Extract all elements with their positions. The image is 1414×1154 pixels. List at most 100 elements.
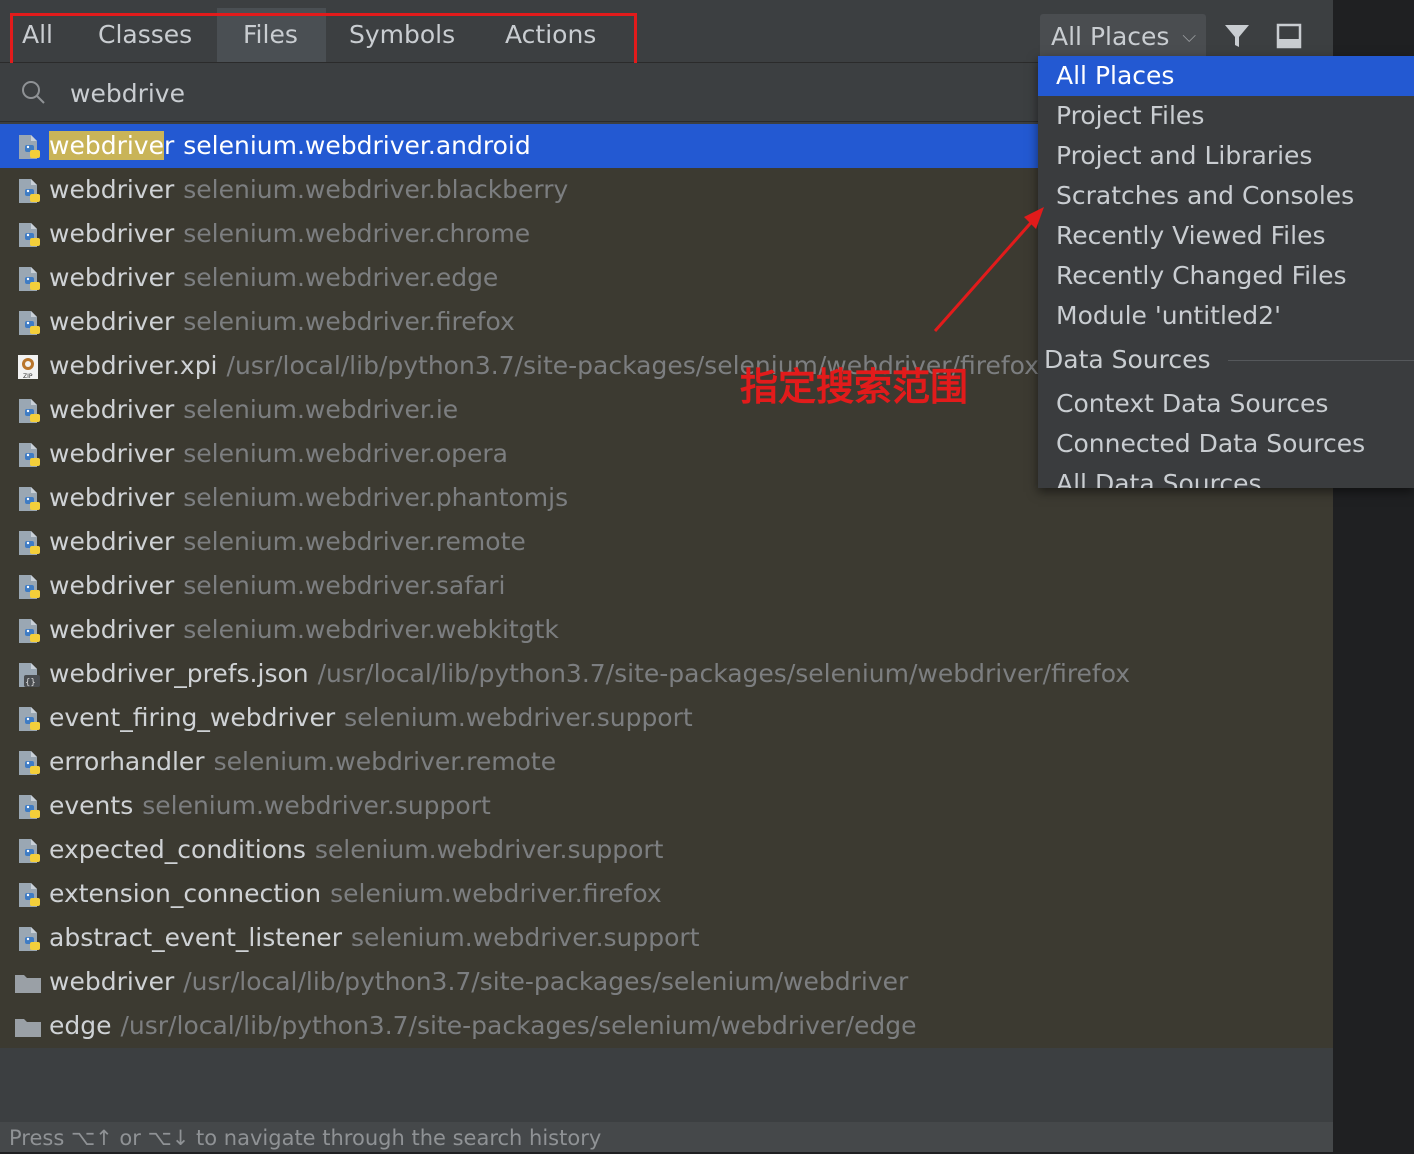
tab-symbols[interactable]: Symbols [331,8,473,62]
scope-label: All Places [1051,22,1170,51]
result-row[interactable]: expected_conditions selenium.webdriver.su… [0,828,1333,872]
result-name: webdriver [49,219,175,248]
tab-bar: All Classes Files Symbols Actions All Pl… [0,4,1333,66]
scope-section-header: Data Sources [1038,336,1414,384]
result-location: selenium.webdriver.edge [183,263,499,292]
result-name: errorhandler [49,747,205,776]
result-text: webdriver/usr/local/lib/python3.7/site-p… [49,960,908,1004]
search-input[interactable] [68,71,972,115]
result-location: selenium.webdriver.support [142,791,491,820]
result-text: webdriver selenium.webdriver.opera [49,432,508,476]
result-text: webdriver selenium.webdriver.edge [49,256,498,300]
result-text: event_firing_webdriver selenium.webdriver… [49,696,693,740]
result-text: abstract_event_listener selenium.webdrive… [49,916,700,960]
scope-option[interactable]: Project Files [1038,96,1414,136]
scope-dropdown-button[interactable]: All Places ⌵ [1040,14,1206,60]
preview-icon[interactable] [1276,23,1302,49]
result-text: webdriver selenium.webdriver.remote [49,520,526,564]
result-name: webdriver_prefs.json [49,659,309,688]
scope-option[interactable]: Module 'untitled2' [1038,296,1414,336]
result-location: selenium.webdriver.phantomjs [183,483,569,512]
result-location: selenium.webdriver.webkitgtk [183,615,559,644]
result-text: webdriver selenium.webdriver.chrome [49,212,530,256]
result-text: extension_connection selenium.webdriver.f… [49,872,662,916]
separator-line [1228,360,1414,361]
result-name: webdriver [49,175,175,204]
result-name: webdriver [49,439,175,468]
python-package-icon [19,487,40,511]
python-package-icon [19,707,40,731]
python-package-icon [19,839,40,863]
python-package-icon [19,751,40,775]
python-package-icon [19,531,40,555]
folder-icon [15,975,41,993]
result-location: selenium.webdriver.opera [183,439,508,468]
tab-actions[interactable]: Actions [487,8,614,62]
result-row[interactable]: webdriver selenium.webdriver.remote [0,520,1333,564]
result-row[interactable]: events selenium.webdriver.support [0,784,1333,828]
result-location: selenium.webdriver.support [344,703,693,732]
result-location: /usr/local/lib/python3.7/site-packages/s… [317,659,1131,688]
python-package-icon [19,223,40,247]
result-text: expected_conditions selenium.webdriver.su… [49,828,663,872]
result-row[interactable]: extension_connection selenium.webdriver.f… [0,872,1333,916]
result-row[interactable]: webdriver selenium.webdriver.safari [0,564,1333,608]
result-location: selenium.webdriver.ie [183,395,459,424]
section-label: Data Sources [1044,345,1225,374]
scope-option[interactable]: All Data Sources [1038,464,1414,488]
result-row[interactable]: event_firing_webdriver selenium.webdriver… [0,696,1333,740]
chevron-down-icon: ⌵ [1182,26,1196,47]
scope-option[interactable]: Scratches and Consoles [1038,176,1414,216]
result-text: webdriver_prefs.json/usr/local/lib/pytho… [49,652,1130,696]
result-text: events selenium.webdriver.support [49,784,491,828]
scope-option[interactable]: Recently Changed Files [1038,256,1414,296]
result-location: selenium.webdriver.firefox [330,879,662,908]
python-package-icon [19,795,40,819]
result-location: selenium.webdriver.remote [213,747,557,776]
result-row[interactable]: abstract_event_listener selenium.webdrive… [0,916,1333,960]
scope-option[interactable]: Project and Libraries [1038,136,1414,176]
result-text: webdriver selenium.webdriver.safari [49,564,506,608]
result-text: edge/usr/local/lib/python3.7/site-packag… [49,1004,916,1048]
result-name: webdriver [49,263,175,292]
result-name: extension_connection [49,879,322,908]
python-package-icon [19,927,40,951]
tab-files[interactable]: Files [217,8,326,62]
result-name: webdriver [49,615,175,644]
result-location: selenium.webdriver.support [350,923,700,952]
result-name: webdriver [49,307,175,336]
scope-option[interactable]: Recently Viewed Files [1038,216,1414,256]
filter-icon[interactable] [1222,21,1252,51]
tab-classes[interactable]: Classes [80,8,210,62]
result-row[interactable]: {} webdriver_prefs.json/usr/local/lib/pyt… [0,652,1333,696]
result-row[interactable]: edge/usr/local/lib/python3.7/site-packag… [0,1004,1333,1048]
json-file-icon: {} [19,663,40,688]
result-name: webdriver [49,527,175,556]
result-text: webdriver selenium.webdriver.ie [49,388,458,432]
result-row[interactable]: webdriver/usr/local/lib/python3.7/site-p… [0,960,1333,1004]
result-name: webdriver [49,967,175,996]
result-location: selenium.webdriver.blackberry [183,175,569,204]
result-name: webdriver.xpi [49,351,218,380]
svg-text:ZIP: ZIP [23,373,33,380]
scope-option[interactable]: All Places [1038,56,1414,96]
tab-all[interactable]: All [4,8,71,62]
result-name: webdriver [49,395,175,424]
result-text: errorhandler selenium.webdriver.remote [49,740,556,784]
result-name: webdriver [49,571,175,600]
scope-option[interactable]: Connected Data Sources [1038,424,1414,464]
result-location: selenium.webdriver.firefox [183,307,515,336]
python-package-icon [19,619,40,643]
match-highlight: webdrive [49,131,164,160]
python-package-icon [19,267,40,291]
python-package-icon [19,135,40,159]
scope-option[interactable]: Context Data Sources [1038,384,1414,424]
result-row[interactable]: errorhandler selenium.webdriver.remote [0,740,1333,784]
result-name: abstract_event_listener [49,923,342,952]
annotation-label: 指定搜索范围 [740,365,969,409]
result-text: webdriver selenium.webdriver.webkitgtk [49,608,559,652]
python-package-icon [19,179,40,203]
result-row[interactable]: webdriver selenium.webdriver.webkitgtk [0,608,1333,652]
python-package-icon [19,883,40,907]
python-package-icon [19,575,40,599]
